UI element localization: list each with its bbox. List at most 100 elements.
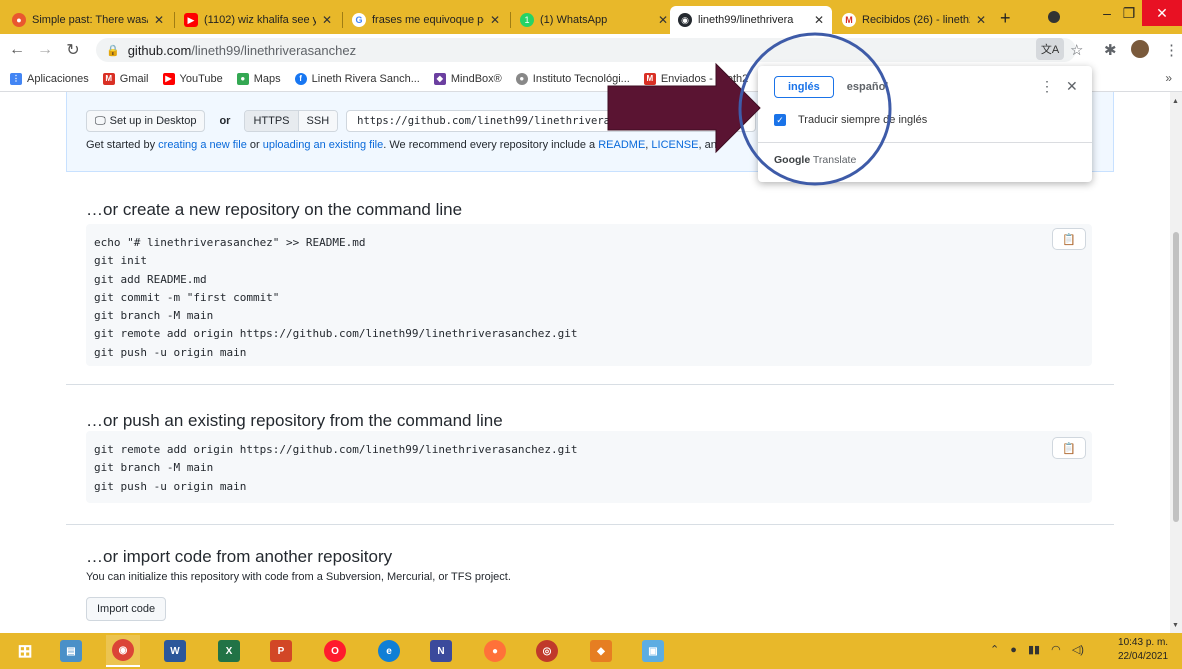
network-icon[interactable]: ▮▮	[1028, 644, 1040, 656]
bookmark-enviados[interactable]: M Enviados - lineth2	[643, 72, 748, 85]
scroll-down-icon[interactable]: ▼	[1172, 622, 1179, 629]
excel-icon: X	[218, 640, 240, 662]
copy-button[interactable]: 📋	[1052, 437, 1086, 459]
lang-tab-target[interactable]: español	[834, 76, 902, 98]
browser-tab-active[interactable]: ◉ lineth99/linethrivera ✕	[670, 6, 832, 34]
close-icon[interactable]: ✕	[490, 13, 500, 27]
https-tab[interactable]: HTTPS	[245, 111, 298, 131]
close-icon[interactable]: ✕	[814, 13, 824, 27]
desktop-icon: 🖵	[95, 114, 106, 127]
close-icon[interactable]: ✕	[154, 13, 164, 27]
new-tab-button[interactable]: +	[1000, 8, 1011, 29]
taskbar-opera[interactable]: O	[318, 635, 352, 667]
taskbar-powerpoint[interactable]: P	[264, 635, 298, 667]
close-icon[interactable]: ✕	[976, 13, 986, 27]
clone-row: 🖵 Set up in Desktop or HTTPS SSH https://…	[86, 110, 757, 132]
bookmark-facebook[interactable]: f Lineth Rivera Sanch...	[294, 72, 420, 85]
section-title: …or push an existing repository from the…	[86, 411, 503, 430]
close-icon[interactable]: ✕	[658, 13, 668, 27]
browser-tab[interactable]: ● Simple past: There was/ ✕	[4, 6, 172, 34]
word-icon: W	[164, 640, 186, 662]
create-file-link[interactable]: creating a new file	[158, 139, 247, 151]
bookmark-youtube[interactable]: ▶ YouTube	[162, 72, 223, 85]
taskbar-explorer[interactable]: ▤	[54, 635, 88, 667]
taskbar-excel[interactable]: X	[212, 635, 246, 667]
import-code-button[interactable]: Import code	[86, 597, 167, 621]
powerpoint-icon: P	[270, 640, 292, 662]
bookmark-apps[interactable]: ⋮ Aplicaciones	[10, 72, 89, 85]
bookmark-mindbox[interactable]: ◆ MindBox®	[433, 72, 502, 85]
system-tray[interactable]: ⌃ ● ▮▮ ◠ ◁)	[990, 643, 1084, 656]
globe-icon: ●	[515, 72, 528, 85]
taskbar-firefox[interactable]: ●	[478, 635, 512, 667]
code-block: echo "# linethriverasanchez" >> README.m…	[86, 224, 1092, 366]
reload-icon[interactable]: ↻	[62, 40, 84, 60]
address-bar[interactable]: 🔒 github.com/lineth99/linethriverasanche…	[96, 38, 1076, 62]
firefox-icon: ●	[484, 640, 506, 662]
browser-tab[interactable]: 1 (1) WhatsApp ✕	[512, 6, 676, 34]
menu-icon[interactable]: ⋮	[1164, 41, 1179, 59]
taskbar-app[interactable]: ◎	[530, 635, 564, 667]
browser-tab[interactable]: M Recibidos (26) - lineth2 ✕	[834, 6, 994, 34]
restore-button[interactable]: ❐	[1114, 0, 1144, 26]
windows-taskbar: ⊞ ▤ ◉ W X P O e N ● ◎ ◆ ▣ ⌃ ● ▮▮ ◠ ◁) 10…	[0, 633, 1182, 669]
scroll-thumb[interactable]	[1173, 232, 1179, 522]
volume-icon[interactable]: ◁)	[1072, 644, 1084, 656]
circle-icon: ●	[12, 13, 26, 27]
apps-grid-icon: ⋮	[10, 72, 22, 85]
taskbar-app[interactable]: ◆	[584, 635, 618, 667]
always-translate-checkbox[interactable]: ✓ Traducir siempre de inglés	[774, 114, 927, 126]
more-bookmarks-icon[interactable]: »	[1165, 71, 1172, 85]
github-icon: ◉	[678, 13, 692, 27]
copy-button[interactable]: 📋	[1052, 228, 1086, 250]
forward-icon[interactable]: →	[34, 41, 56, 59]
import-repo-section: …or import code from another repository …	[66, 525, 1114, 633]
chrome-icon: ◉	[112, 639, 134, 661]
tab-search-icon[interactable]	[1048, 11, 1060, 23]
taskbar-app[interactable]: N	[424, 635, 458, 667]
taskbar-app[interactable]: ▣	[636, 635, 670, 667]
clone-url-field[interactable]: https://github.com/lineth99/linethrivera…	[346, 110, 757, 132]
lang-tab-source[interactable]: inglés	[774, 76, 834, 98]
image-viewer-icon: ▣	[642, 640, 664, 662]
taskbar-chrome[interactable]: ◉	[106, 635, 140, 667]
translate-icon[interactable]: 文A	[1036, 38, 1064, 60]
scrollbar[interactable]: ▲ ▼	[1170, 92, 1182, 633]
upload-file-link[interactable]: uploading an existing file	[263, 139, 383, 151]
ssh-tab[interactable]: SSH	[297, 111, 338, 131]
app-icon: ◎	[536, 640, 558, 662]
or-label: or	[219, 115, 231, 127]
language-tabs: inglés español	[774, 76, 901, 98]
window-close-button[interactable]: ✕	[1142, 0, 1182, 26]
browser-tab[interactable]: G frases me equivoque pe ✕	[344, 6, 508, 34]
taskbar-edge[interactable]: e	[372, 635, 406, 667]
close-icon[interactable]: ✕	[322, 13, 332, 27]
star-icon[interactable]: ☆	[1070, 41, 1083, 59]
gmail-icon: M	[102, 72, 115, 85]
section-title: …or import code from another repository	[86, 547, 393, 566]
avatar[interactable]	[1131, 40, 1149, 58]
setup-desktop-button[interactable]: 🖵 Set up in Desktop	[86, 110, 206, 132]
gmail-icon: M	[842, 13, 856, 27]
scroll-up-icon[interactable]: ▲	[1172, 98, 1179, 105]
more-options-icon[interactable]: ⋮	[1040, 78, 1054, 95]
bookmark-gmail[interactable]: M Gmail	[102, 72, 149, 85]
back-icon[interactable]: ←	[6, 41, 28, 59]
folder-icon: ▤	[60, 640, 82, 662]
extensions-icon[interactable]: ✱	[1104, 41, 1117, 59]
google-icon: G	[352, 13, 366, 27]
license-link[interactable]: LICENSE	[651, 139, 698, 151]
network-app-icon: N	[430, 640, 452, 662]
taskbar-clock[interactable]: 10:43 p. m. 22/04/2021	[1118, 636, 1168, 664]
wifi-icon[interactable]: ◠	[1051, 644, 1061, 656]
diamond-icon: ◆	[590, 640, 612, 662]
readme-link[interactable]: README	[598, 139, 645, 151]
chevron-up-icon[interactable]: ⌃	[990, 644, 999, 656]
start-button[interactable]: ⊞	[8, 635, 42, 667]
browser-tab[interactable]: ▶ (1102) wiz khalifa see yo ✕	[176, 6, 340, 34]
bookmark-maps[interactable]: ● Maps	[236, 72, 281, 85]
facebook-icon: f	[294, 72, 307, 85]
taskbar-word[interactable]: W	[158, 635, 192, 667]
bookmark-instituto[interactable]: ● Instituto Tecnológi...	[515, 72, 630, 85]
close-icon[interactable]: ✕	[1066, 78, 1078, 95]
